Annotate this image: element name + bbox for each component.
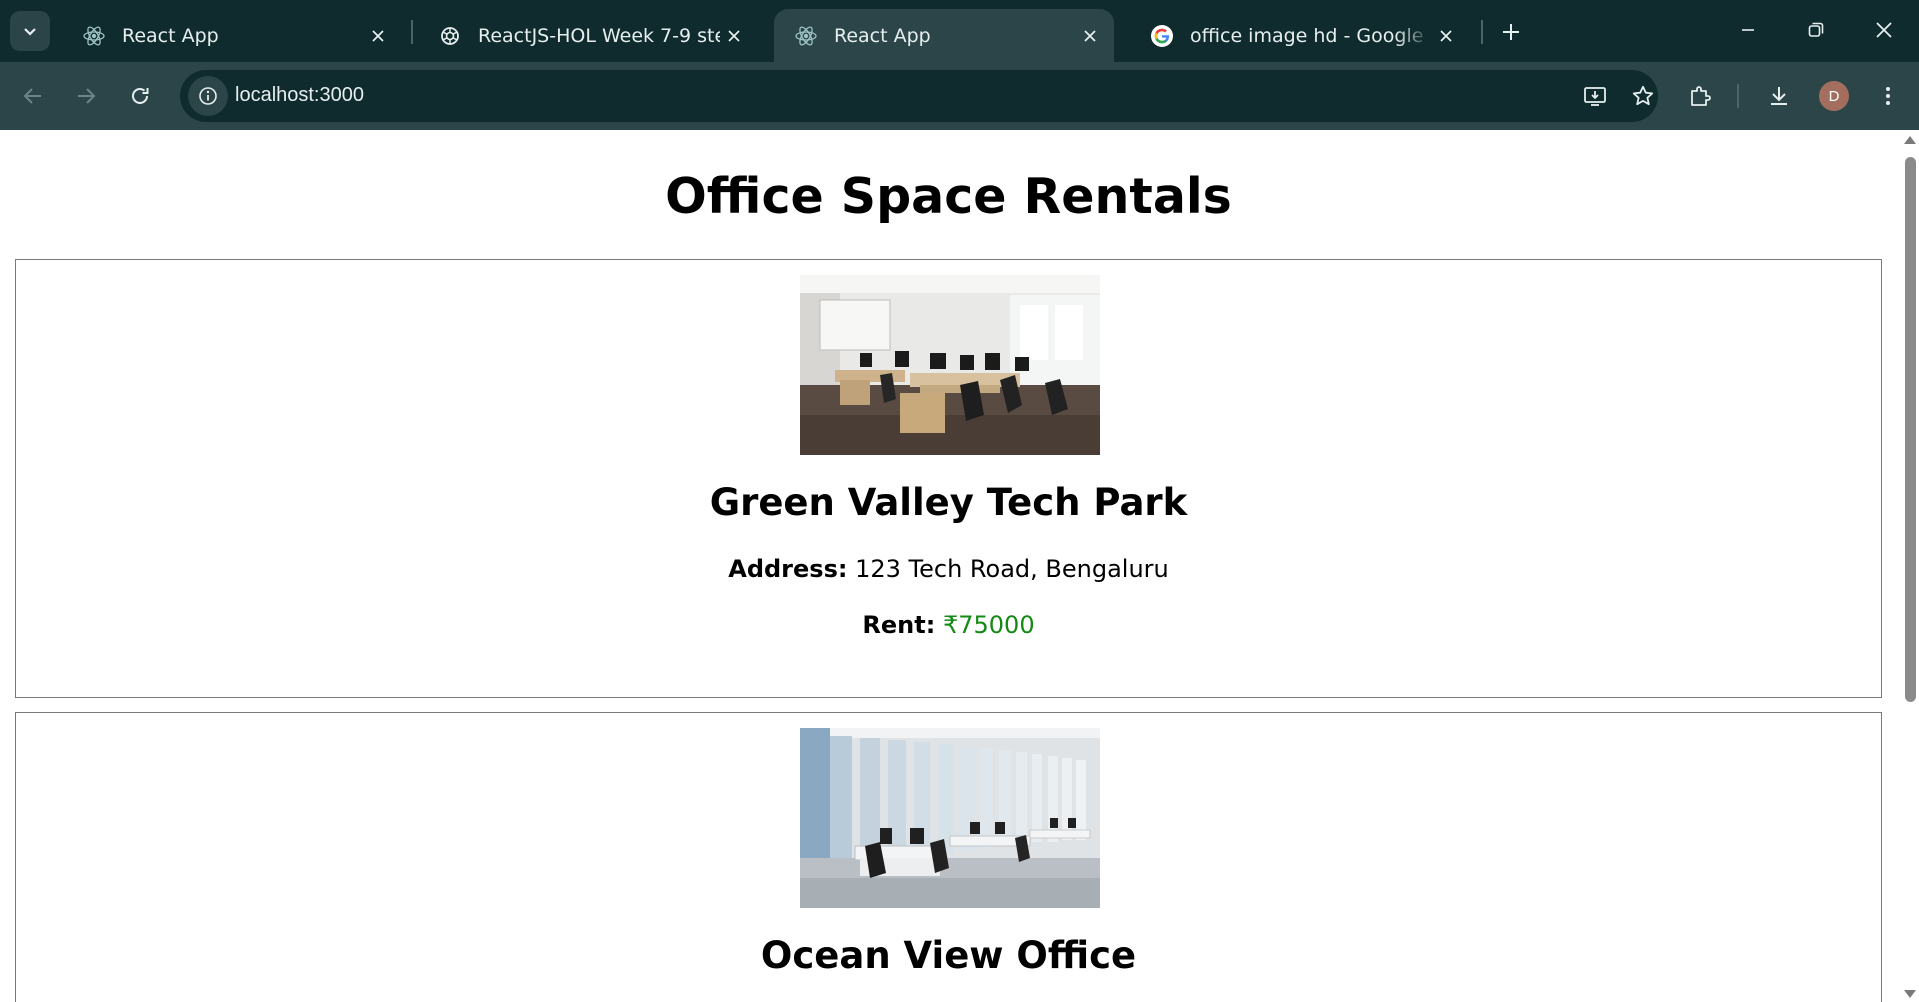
browser-toolbar: localhost:3000 D: [0, 62, 1919, 130]
google-icon: [1150, 24, 1174, 48]
star-icon: [1632, 85, 1654, 106]
tab-title: React App: [834, 24, 931, 47]
scroll-up-arrow-icon[interactable]: [1904, 136, 1916, 144]
listing-rent: Rent: ₹75000: [16, 611, 1881, 639]
tab-google-search[interactable]: office image hd - Google Search: [1130, 9, 1470, 62]
react-icon: [82, 24, 106, 48]
forward-button[interactable]: [66, 76, 106, 116]
install-app-button[interactable]: [1575, 76, 1615, 116]
address-bar[interactable]: localhost:3000: [180, 70, 1658, 122]
download-icon: [1771, 87, 1787, 105]
minimize-icon: [1742, 29, 1754, 31]
tab-reactjs-hol[interactable]: ReactJS-HOL Week 7-9 steps: [418, 9, 758, 62]
page-title: Office Space Rentals: [665, 168, 1232, 225]
plus-icon: [1503, 24, 1519, 40]
tab-title: ReactJS-HOL Week 7-9 steps: [478, 24, 720, 47]
back-button[interactable]: [13, 76, 53, 116]
bookmark-button[interactable]: [1623, 76, 1663, 116]
arrow-left-icon: [23, 88, 41, 104]
react-icon: [794, 24, 818, 48]
install-icon: [1584, 87, 1606, 106]
minimize-button[interactable]: [1714, 0, 1782, 60]
close-window-button[interactable]: [1850, 0, 1918, 60]
reload-icon: [132, 87, 149, 104]
url-text[interactable]: localhost:3000: [235, 84, 364, 107]
rent-label: Rent:: [862, 611, 936, 639]
toolbar-divider: [1737, 84, 1739, 108]
restore-icon: [1808, 22, 1824, 37]
profile-avatar[interactable]: D: [1819, 81, 1849, 111]
close-icon[interactable]: [1076, 22, 1104, 50]
tab-react-app-1[interactable]: React App: [62, 9, 402, 62]
puzzle-icon: [1691, 86, 1711, 106]
rent-value: ₹75000: [942, 611, 1035, 639]
listing-card: Ocean View Office: [15, 712, 1882, 1002]
menu-button[interactable]: [1868, 76, 1908, 116]
tab-search-button[interactable]: [10, 11, 50, 51]
tab-strip: React App ReactJS-HOL Week 7-9 steps: [0, 0, 1919, 62]
address-value: 123 Tech Road, Bengaluru: [855, 555, 1169, 583]
reload-button[interactable]: [120, 76, 160, 116]
page-scrollbar[interactable]: [1901, 130, 1919, 1002]
address-label: Address:: [728, 555, 848, 583]
close-icon[interactable]: [1432, 22, 1460, 50]
tab-react-app-active[interactable]: React App: [774, 9, 1114, 62]
chatgpt-icon: [438, 24, 462, 48]
tab-title: React App: [122, 24, 219, 47]
scrollbar-thumb[interactable]: [1905, 157, 1916, 702]
listing-name: Green Valley Tech Park: [709, 481, 1188, 524]
tab-separator: [411, 20, 413, 44]
chevron-down-icon: [24, 28, 36, 36]
listing-name: Ocean View Office: [760, 934, 1137, 977]
extensions-button[interactable]: [1680, 76, 1720, 116]
tab-title: office image hd - Google Search: [1190, 24, 1432, 47]
page-viewport: Office Space Rentals Green Valley Tech P…: [0, 130, 1919, 1002]
close-icon[interactable]: [720, 22, 748, 50]
more-vert-icon: [1886, 87, 1890, 105]
downloads-button[interactable]: [1759, 76, 1799, 116]
info-icon: [199, 87, 217, 105]
tab-separator: [1481, 20, 1483, 44]
new-tab-button[interactable]: [1493, 14, 1529, 50]
site-info-button[interactable]: [188, 76, 228, 116]
office-photo: [800, 728, 1100, 908]
close-icon[interactable]: [364, 22, 392, 50]
scroll-down-arrow-icon[interactable]: [1904, 990, 1916, 998]
restore-button[interactable]: [1782, 0, 1850, 60]
listing-address: Address: 123 Tech Road, Bengaluru: [16, 555, 1881, 583]
close-icon: [1876, 22, 1892, 38]
office-photo: [800, 275, 1100, 455]
listing-card: Green Valley Tech Park Address: 123 Tech…: [15, 259, 1882, 698]
arrow-right-icon: [78, 88, 96, 104]
